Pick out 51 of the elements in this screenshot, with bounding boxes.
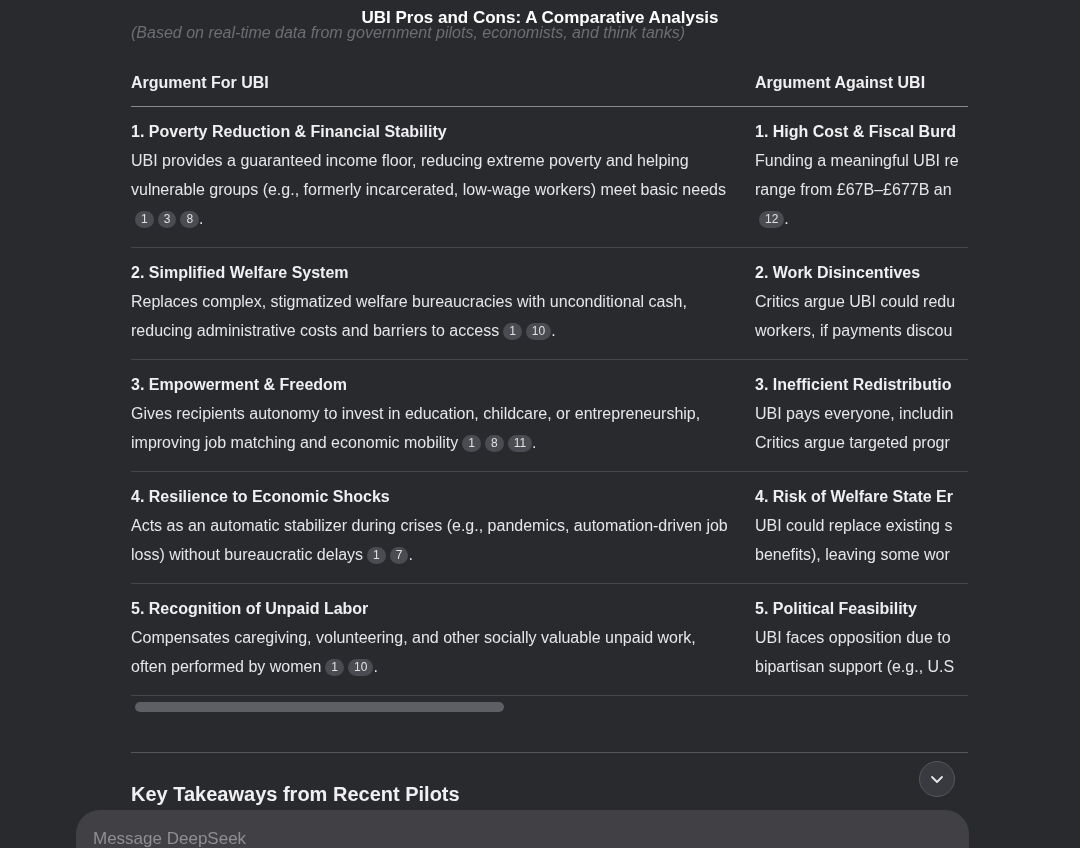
cell-text: benefits), leaving some wor: [755, 546, 950, 563]
cell-text: range from £67B–£677B an: [755, 181, 952, 198]
citation-badge[interactable]: 1: [325, 659, 344, 676]
punctuation: .: [373, 658, 378, 675]
citation-badge[interactable]: 10: [525, 323, 552, 340]
punctuation: .: [199, 210, 204, 227]
cell-text: Compensates caregiving, volunteering, and other socially valuable unpaid work, often performed by women 1 10 .: [131, 628, 697, 678]
citation-badge[interactable]: 12: [759, 211, 785, 228]
cell-title: 4. Risk of Welfare State Er: [755, 487, 954, 507]
citation-badge[interactable]: 1: [503, 323, 522, 340]
cell-title: 2. Work Disincentives: [755, 263, 922, 283]
cell-text: bipartisan support (e.g., U.S: [755, 658, 955, 675]
scrollbar-thumb[interactable]: [135, 702, 504, 712]
cell-text: Acts as an automatic stabilizer during crises (e.g., pandemics, automation-driven job loss) without bureaucratic delays 1 7 .: [131, 516, 729, 566]
subtitle: (Based on real-time data from government pilots, economists, and think tanks): [131, 28, 686, 42]
cell-title: 4. Resilience to Economic Shocks: [131, 487, 391, 507]
punctuation: .: [784, 210, 789, 227]
column-header: Argument For UBI: [131, 74, 269, 91]
cell-text: Replaces complex, stigmatized welfare bureaucracies with unconditional cash, reducing administrative costs and barriers to access 1 10 .: [131, 292, 688, 342]
punctuation: .: [551, 322, 556, 339]
punctuation: .: [408, 546, 413, 563]
scroll-down-button[interactable]: [919, 761, 955, 797]
cell-text: UBI provides a guaranteed income floor, reducing extreme poverty and helping vulnerable groups (e.g., formerly incarcerated, low-wage workers) meet basic needs 1 3 8 .: [131, 151, 727, 230]
cell-title: 3. Empowerment & Freedom: [131, 375, 349, 395]
cell-title: 5. Recognition of Unpaid Labor: [131, 599, 370, 619]
citation-badge[interactable]: 8: [180, 211, 200, 228]
citation-badge[interactable]: 8: [484, 435, 504, 452]
cell-text: workers, if payments discou: [755, 322, 953, 339]
cell-text: Critics argue targeted progr: [755, 434, 950, 451]
cell-title: 3. Inefficient Redistributio: [755, 375, 953, 395]
cell-text: UBI could replace existing s: [755, 517, 953, 534]
cell-text: Gives recipients autonomy to invest in education, childcare, or entrepreneurship, improving job matching and economic mobility 1 8 11 .: [131, 404, 702, 454]
citation-badge[interactable]: 1: [462, 435, 481, 452]
citation-badge[interactable]: 3: [157, 211, 177, 228]
column-header: Argument Against UBI: [755, 74, 926, 91]
cell-text: Critics argue UBI could redu: [755, 293, 956, 310]
window-title: UBI Pros and Cons: A Comparative Analysis: [361, 8, 719, 27]
punctuation: .: [532, 434, 537, 451]
cell-title: 1. Poverty Reduction & Financial Stability: [131, 122, 448, 142]
citation-badge[interactable]: 11: [507, 435, 533, 452]
citation-badge[interactable]: 1: [135, 211, 154, 228]
citation-badge[interactable]: 1: [367, 547, 386, 564]
section-heading: Key Takeaways from Recent Pilots: [131, 783, 461, 806]
cell-title: 1. High Cost & Fiscal Burd: [755, 122, 957, 142]
cell-text: UBI pays everyone, includin: [755, 405, 954, 422]
citation-badge[interactable]: 10: [348, 659, 374, 676]
cell-title: 2. Simplified Welfare System: [131, 263, 350, 283]
cell-title: 5. Political Feasibility: [755, 599, 918, 619]
cell-text: Funding a meaningful UBI re: [755, 152, 959, 169]
citation-badge[interactable]: 7: [389, 547, 409, 564]
cell-text: UBI faces opposition due to: [755, 629, 951, 646]
